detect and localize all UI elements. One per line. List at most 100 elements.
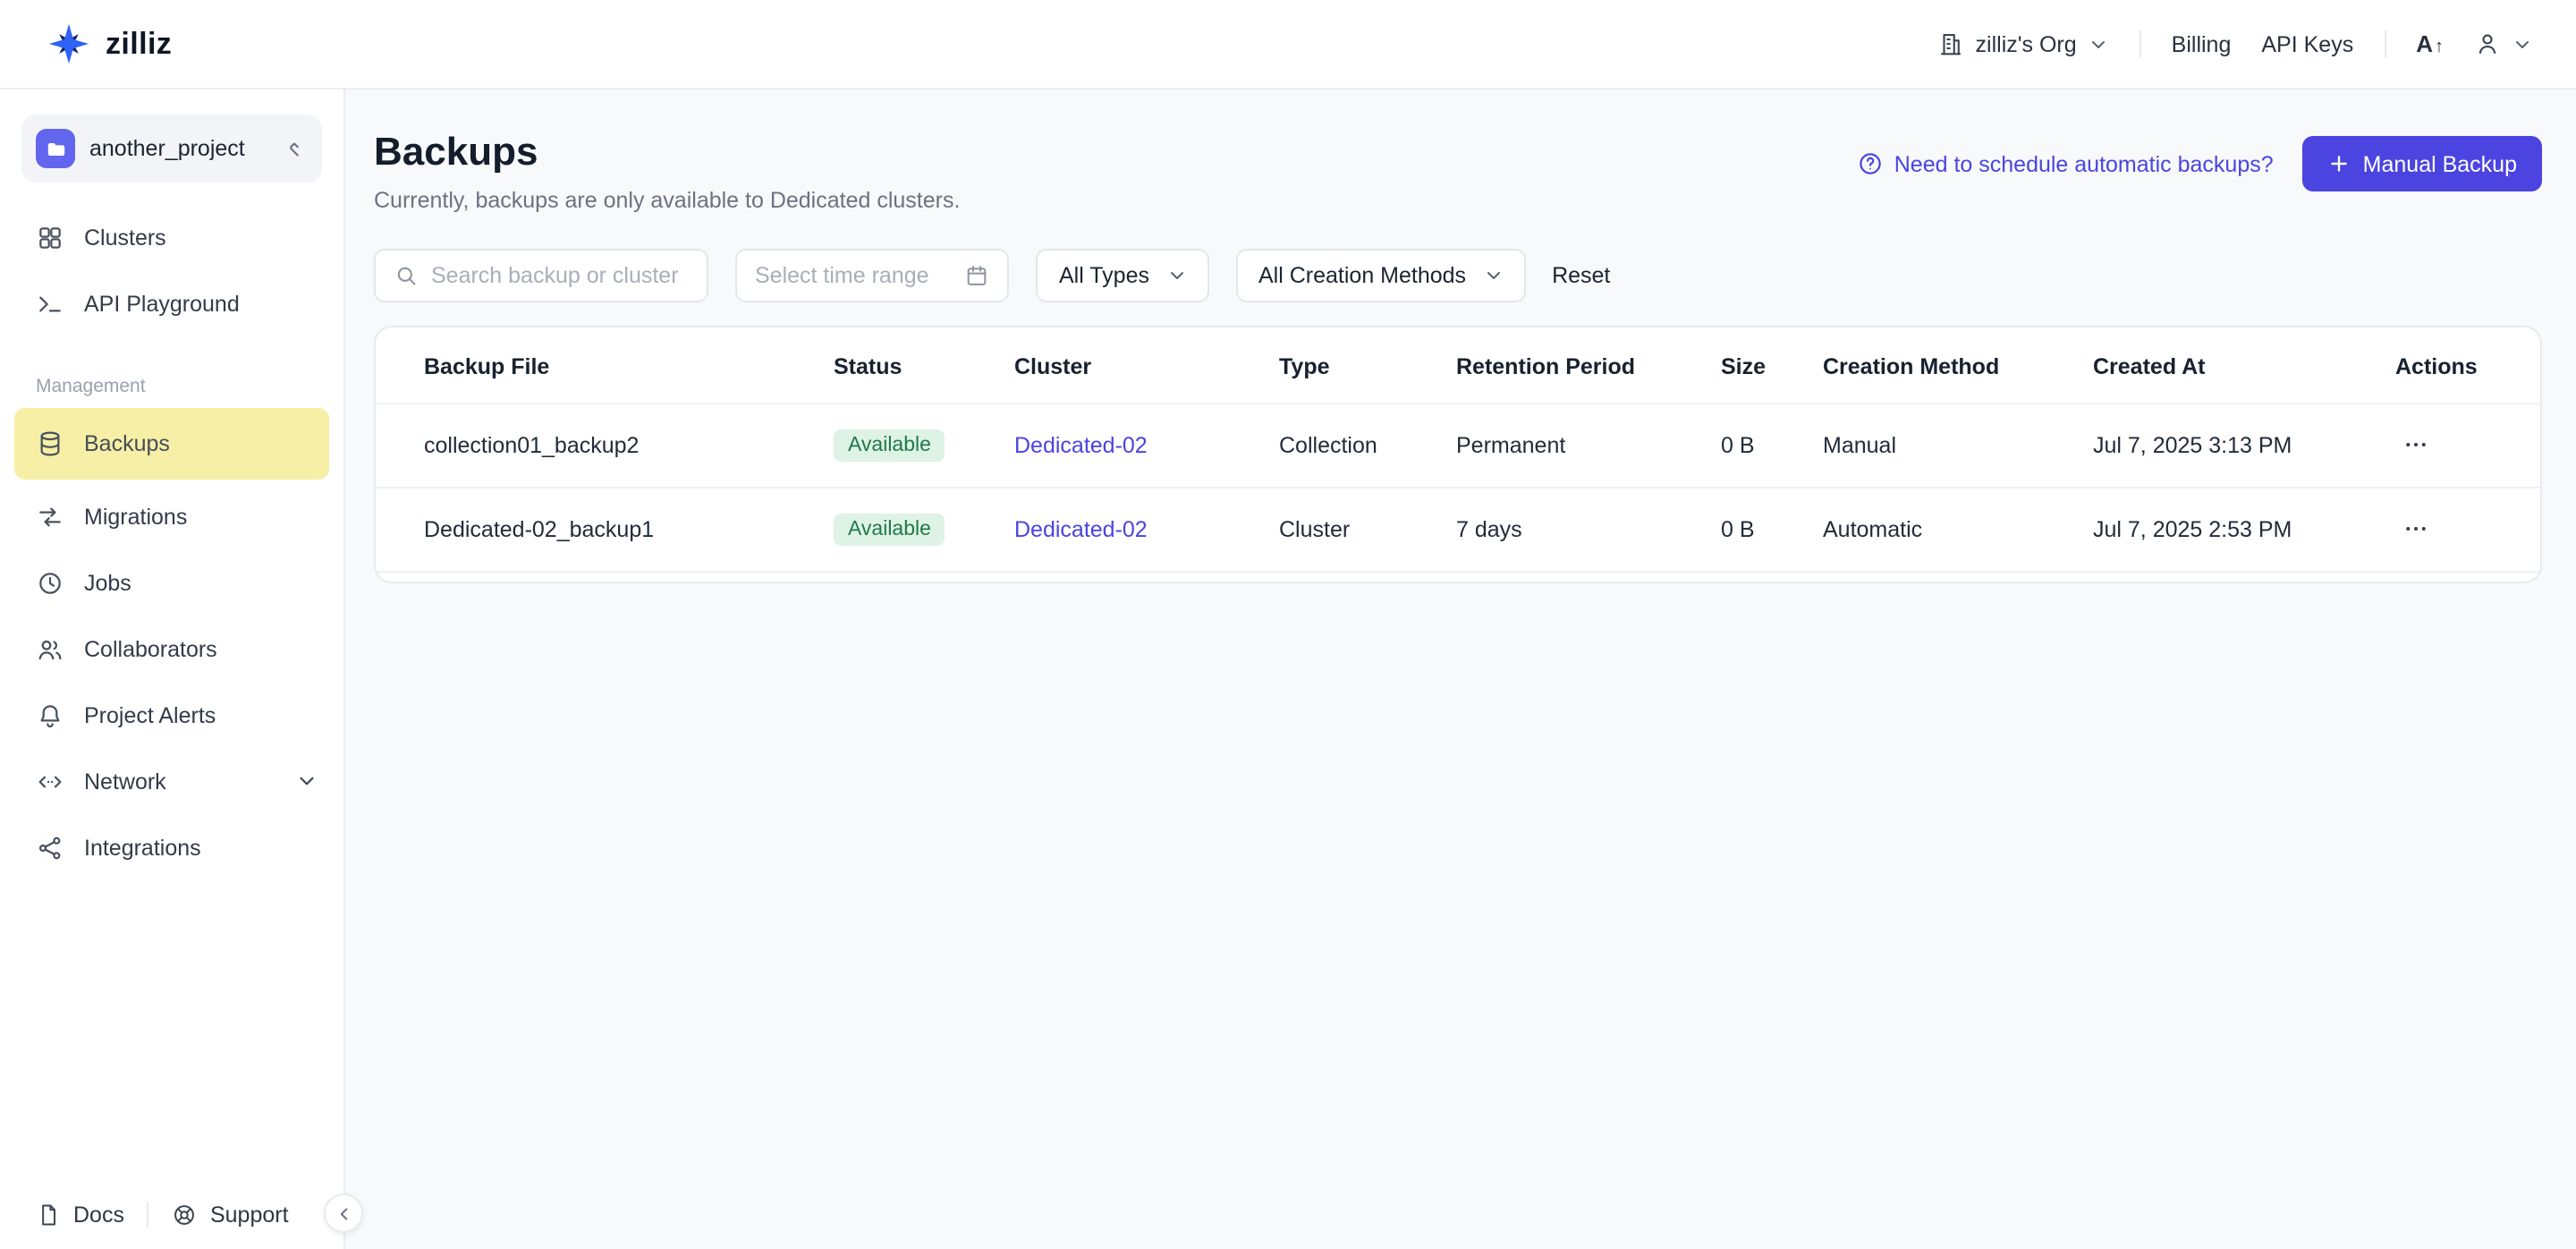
topbar-divider [2384, 30, 2386, 57]
user-menu[interactable] [2474, 30, 2533, 57]
plus-icon [2327, 152, 2351, 175]
retention-cell: 7 days [1442, 487, 1707, 573]
time-range-box [735, 249, 1009, 302]
filters-bar: All Types All Creation Methods Reset [374, 249, 2542, 302]
schedule-backups-link[interactable]: Need to schedule automatic backups? [1857, 150, 2274, 177]
backups-icon [36, 429, 64, 458]
project-selector[interactable]: another_project [21, 115, 322, 183]
row-actions-button[interactable] [2395, 428, 2436, 462]
brand-name: zilliz [106, 26, 173, 60]
sidebar-item-api-playground[interactable]: API Playground [0, 270, 343, 336]
chevron-down-icon [2512, 33, 2533, 55]
status-badge: Available [834, 514, 945, 546]
org-selector[interactable]: zilliz's Org [1938, 30, 2109, 57]
calendar-icon [964, 263, 989, 288]
type-filter-select[interactable]: All Types [1036, 249, 1208, 302]
creation-method-filter-value: All Creation Methods [1258, 263, 1467, 288]
column-header-actions: Actions [2395, 354, 2478, 379]
created-at-cell: Jul 7, 2025 2:53 PM [2079, 487, 2381, 573]
manual-backup-button[interactable]: Manual Backup [2301, 136, 2542, 191]
sidebar-collapse-button[interactable] [324, 1194, 363, 1233]
integrations-icon [36, 833, 64, 862]
chevron-down-icon [2088, 33, 2109, 55]
created-at-cell: Jul 7, 2025 3:13 PM [2079, 403, 2381, 488]
row-actions-button[interactable] [2395, 512, 2436, 546]
ellipsis-icon [2406, 527, 2426, 531]
sidebar: another_project Clusters API Playground … [0, 89, 363, 1249]
clusters-icon [36, 223, 64, 251]
topbar: zilliz zilliz's Org Billing API Keys A ↑ [0, 0, 2576, 89]
column-header-size: Size [1721, 354, 1767, 379]
column-header-type: Type [1279, 354, 1330, 379]
project-switch-icon [283, 137, 306, 160]
type-cell: Collection [1265, 403, 1442, 488]
sidebar-item-label: Clusters [84, 225, 166, 250]
network-icon [36, 767, 64, 795]
migrations-icon [36, 502, 64, 531]
topbar-right: zilliz's Org Billing API Keys A ↑ [1938, 30, 2533, 57]
page-title: Backups [374, 129, 538, 174]
sidebar-item-label: Backups [84, 431, 170, 456]
support-link[interactable]: Support [173, 1202, 289, 1228]
sidebar-section-management: Management [36, 376, 146, 397]
backups-table: Backup File Status Cluster Type Retentio… [376, 327, 2540, 573]
status-badge: Available [834, 429, 945, 462]
sidebar-item-label: Jobs [84, 570, 131, 595]
font-size-button[interactable]: A ↑ [2416, 30, 2444, 57]
backup-file-cell: collection01_backup2 [376, 403, 819, 488]
sidebar-item-project-alerts[interactable]: Project Alerts [0, 682, 343, 748]
question-circle-icon [1857, 150, 1884, 177]
page-header: Backups Currently, backups are only avai… [374, 129, 2542, 213]
schedule-backups-label: Need to schedule automatic backups? [1894, 151, 2274, 176]
creation-method-filter-select[interactable]: All Creation Methods [1235, 249, 1526, 302]
manual-backup-label: Manual Backup [2362, 151, 2517, 176]
sidebar-item-collaborators[interactable]: Collaborators [0, 616, 343, 682]
search-box [374, 249, 708, 302]
docs-label: Docs [73, 1202, 124, 1228]
type-cell: Cluster [1265, 487, 1442, 573]
sidebar-item-integrations[interactable]: Integrations [0, 814, 343, 880]
app-root: zilliz zilliz's Org Billing API Keys A↑ [0, 0, 2576, 1249]
time-range-input[interactable] [755, 263, 952, 288]
sidebar-item-label: Network [84, 769, 166, 794]
table-header-row: Backup File Status Cluster Type Retentio… [376, 327, 2540, 404]
docs-link[interactable]: Docs [36, 1202, 124, 1228]
sidebar-item-label: Migrations [84, 504, 188, 529]
column-header-cluster: Cluster [1014, 354, 1092, 379]
backup-file-cell: Dedicated-02_backup1 [376, 487, 819, 573]
size-cell: 0 B [1707, 487, 1809, 573]
org-name: zilliz's Org [1975, 31, 2077, 56]
topbar-divider [2139, 30, 2141, 57]
zilliz-logo[interactable]: zilliz [47, 21, 172, 66]
sidebar-item-jobs[interactable]: Jobs [0, 549, 343, 616]
sidebar-item-label: Project Alerts [84, 702, 216, 727]
api-keys-link[interactable]: API Keys [2261, 31, 2353, 56]
sidebar-item-label: Collaborators [84, 636, 217, 661]
font-size-icon: A ↑ [2416, 30, 2444, 57]
size-cell: 0 B [1707, 403, 1809, 488]
reset-filters-button[interactable]: Reset [1552, 263, 1610, 288]
table-row: collection01_backup2 Available Dedicated… [376, 403, 2540, 488]
chevron-down-icon [295, 769, 318, 793]
footer-divider [147, 1202, 149, 1228]
column-header-status: Status [834, 354, 902, 379]
main-content: Backups Currently, backups are only avai… [345, 89, 2576, 1249]
support-icon [173, 1202, 198, 1228]
collaborators-icon [36, 634, 64, 663]
sidebar-item-clusters[interactable]: Clusters [0, 204, 343, 270]
sidebar-item-migrations[interactable]: Migrations [0, 483, 343, 549]
column-header-created-at: Created At [2093, 354, 2206, 379]
sidebar-item-backups[interactable]: Backups [14, 408, 329, 480]
project-folder-icon [36, 129, 75, 168]
user-icon [2474, 30, 2501, 57]
sidebar-footer: Docs Support [36, 1202, 289, 1228]
cluster-link[interactable]: Dedicated-02 [1014, 517, 1148, 542]
type-filter-value: All Types [1059, 263, 1149, 288]
search-input[interactable] [431, 263, 689, 288]
cluster-link[interactable]: Dedicated-02 [1014, 433, 1148, 458]
page-subtitle: Currently, backups are only available to… [374, 188, 961, 213]
sidebar-item-network[interactable]: Network [0, 748, 343, 814]
billing-link[interactable]: Billing [2172, 31, 2232, 56]
chevron-down-icon [1165, 265, 1187, 286]
sidebar-item-label: API Playground [84, 291, 240, 316]
